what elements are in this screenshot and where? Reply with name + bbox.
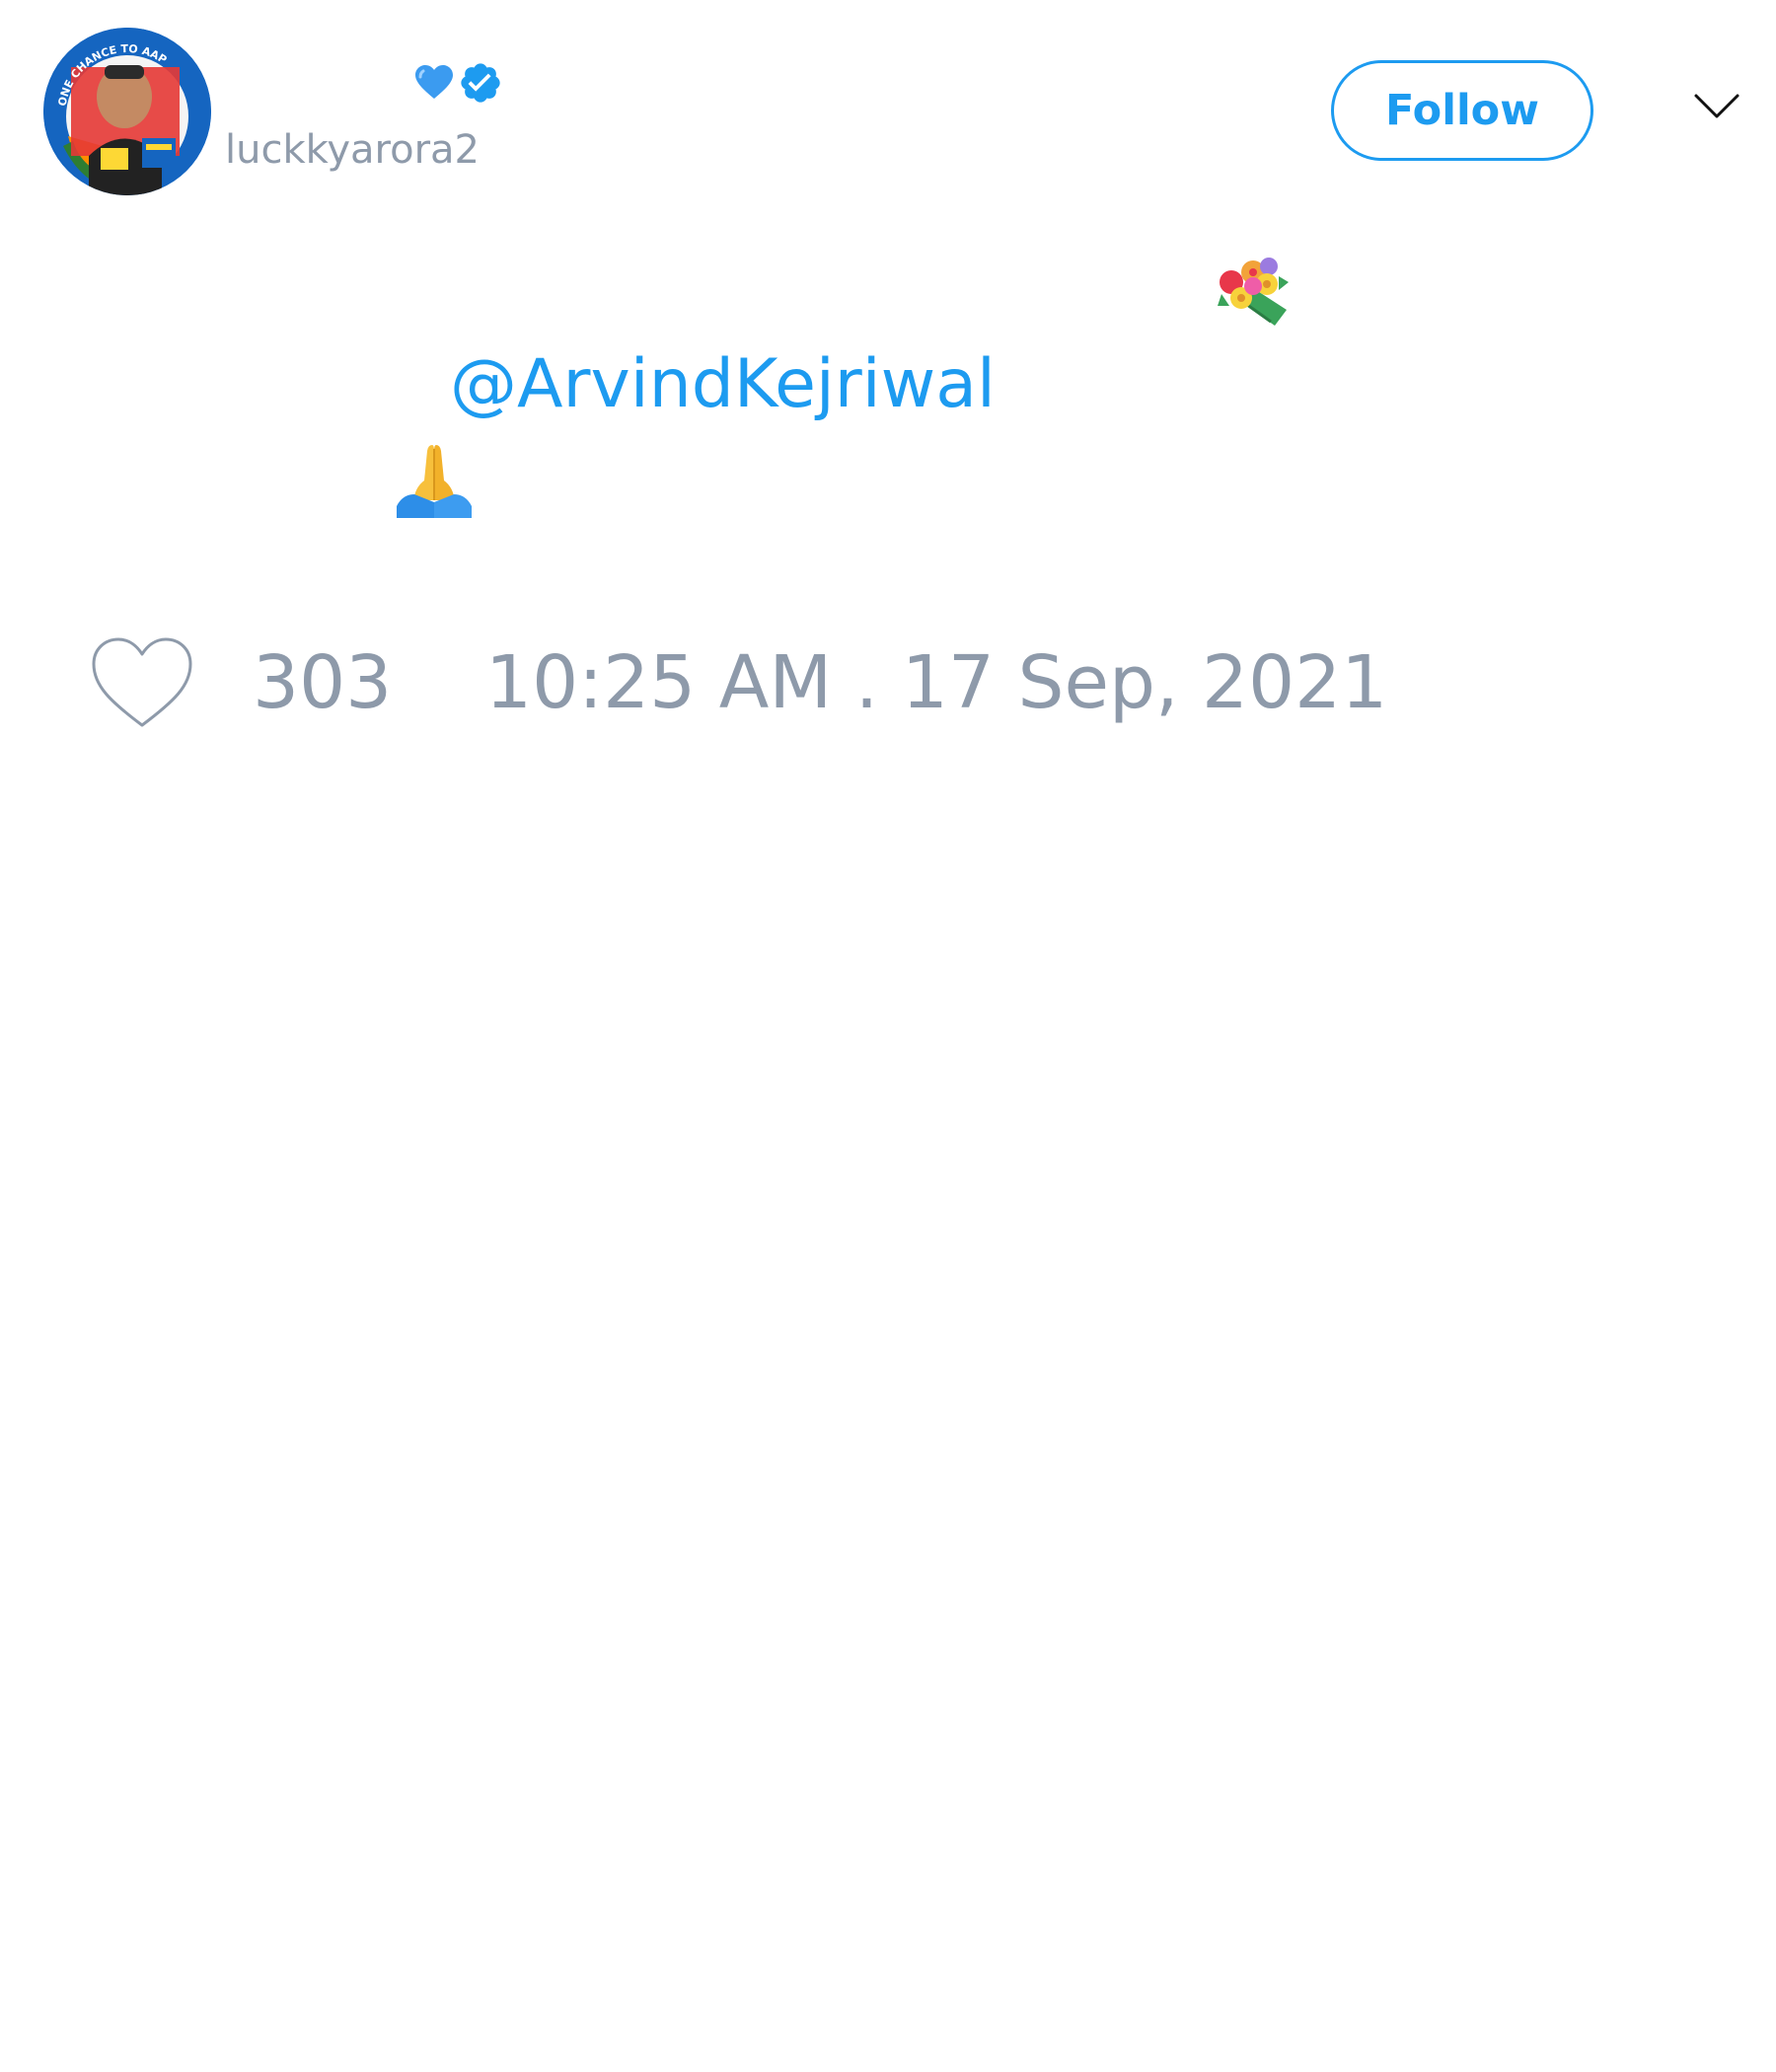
blue-heart-icon bbox=[415, 65, 453, 99]
avatar-image: ONE CHANCE TO AAP bbox=[43, 28, 211, 195]
chevron-down-icon[interactable] bbox=[1693, 91, 1740, 122]
username[interactable]: luckkyarora2 bbox=[225, 126, 480, 174]
like-count: 303 bbox=[253, 640, 393, 725]
bouquet-emoji-icon bbox=[1218, 258, 1289, 326]
follow-button[interactable]: Follow bbox=[1331, 60, 1593, 161]
verified-badge-icon bbox=[461, 63, 500, 103]
avatar[interactable]: ONE CHANCE TO AAP bbox=[43, 28, 211, 195]
tweet-timestamp[interactable]: 10:25 AM . 17 Sep, 2021 bbox=[485, 639, 1387, 726]
display-name bbox=[414, 61, 503, 105]
mention-link[interactable]: @ArvindKejriwal bbox=[450, 343, 996, 426]
folded-hands-emoji-icon bbox=[397, 445, 472, 518]
heart-like-icon[interactable] bbox=[91, 636, 193, 729]
